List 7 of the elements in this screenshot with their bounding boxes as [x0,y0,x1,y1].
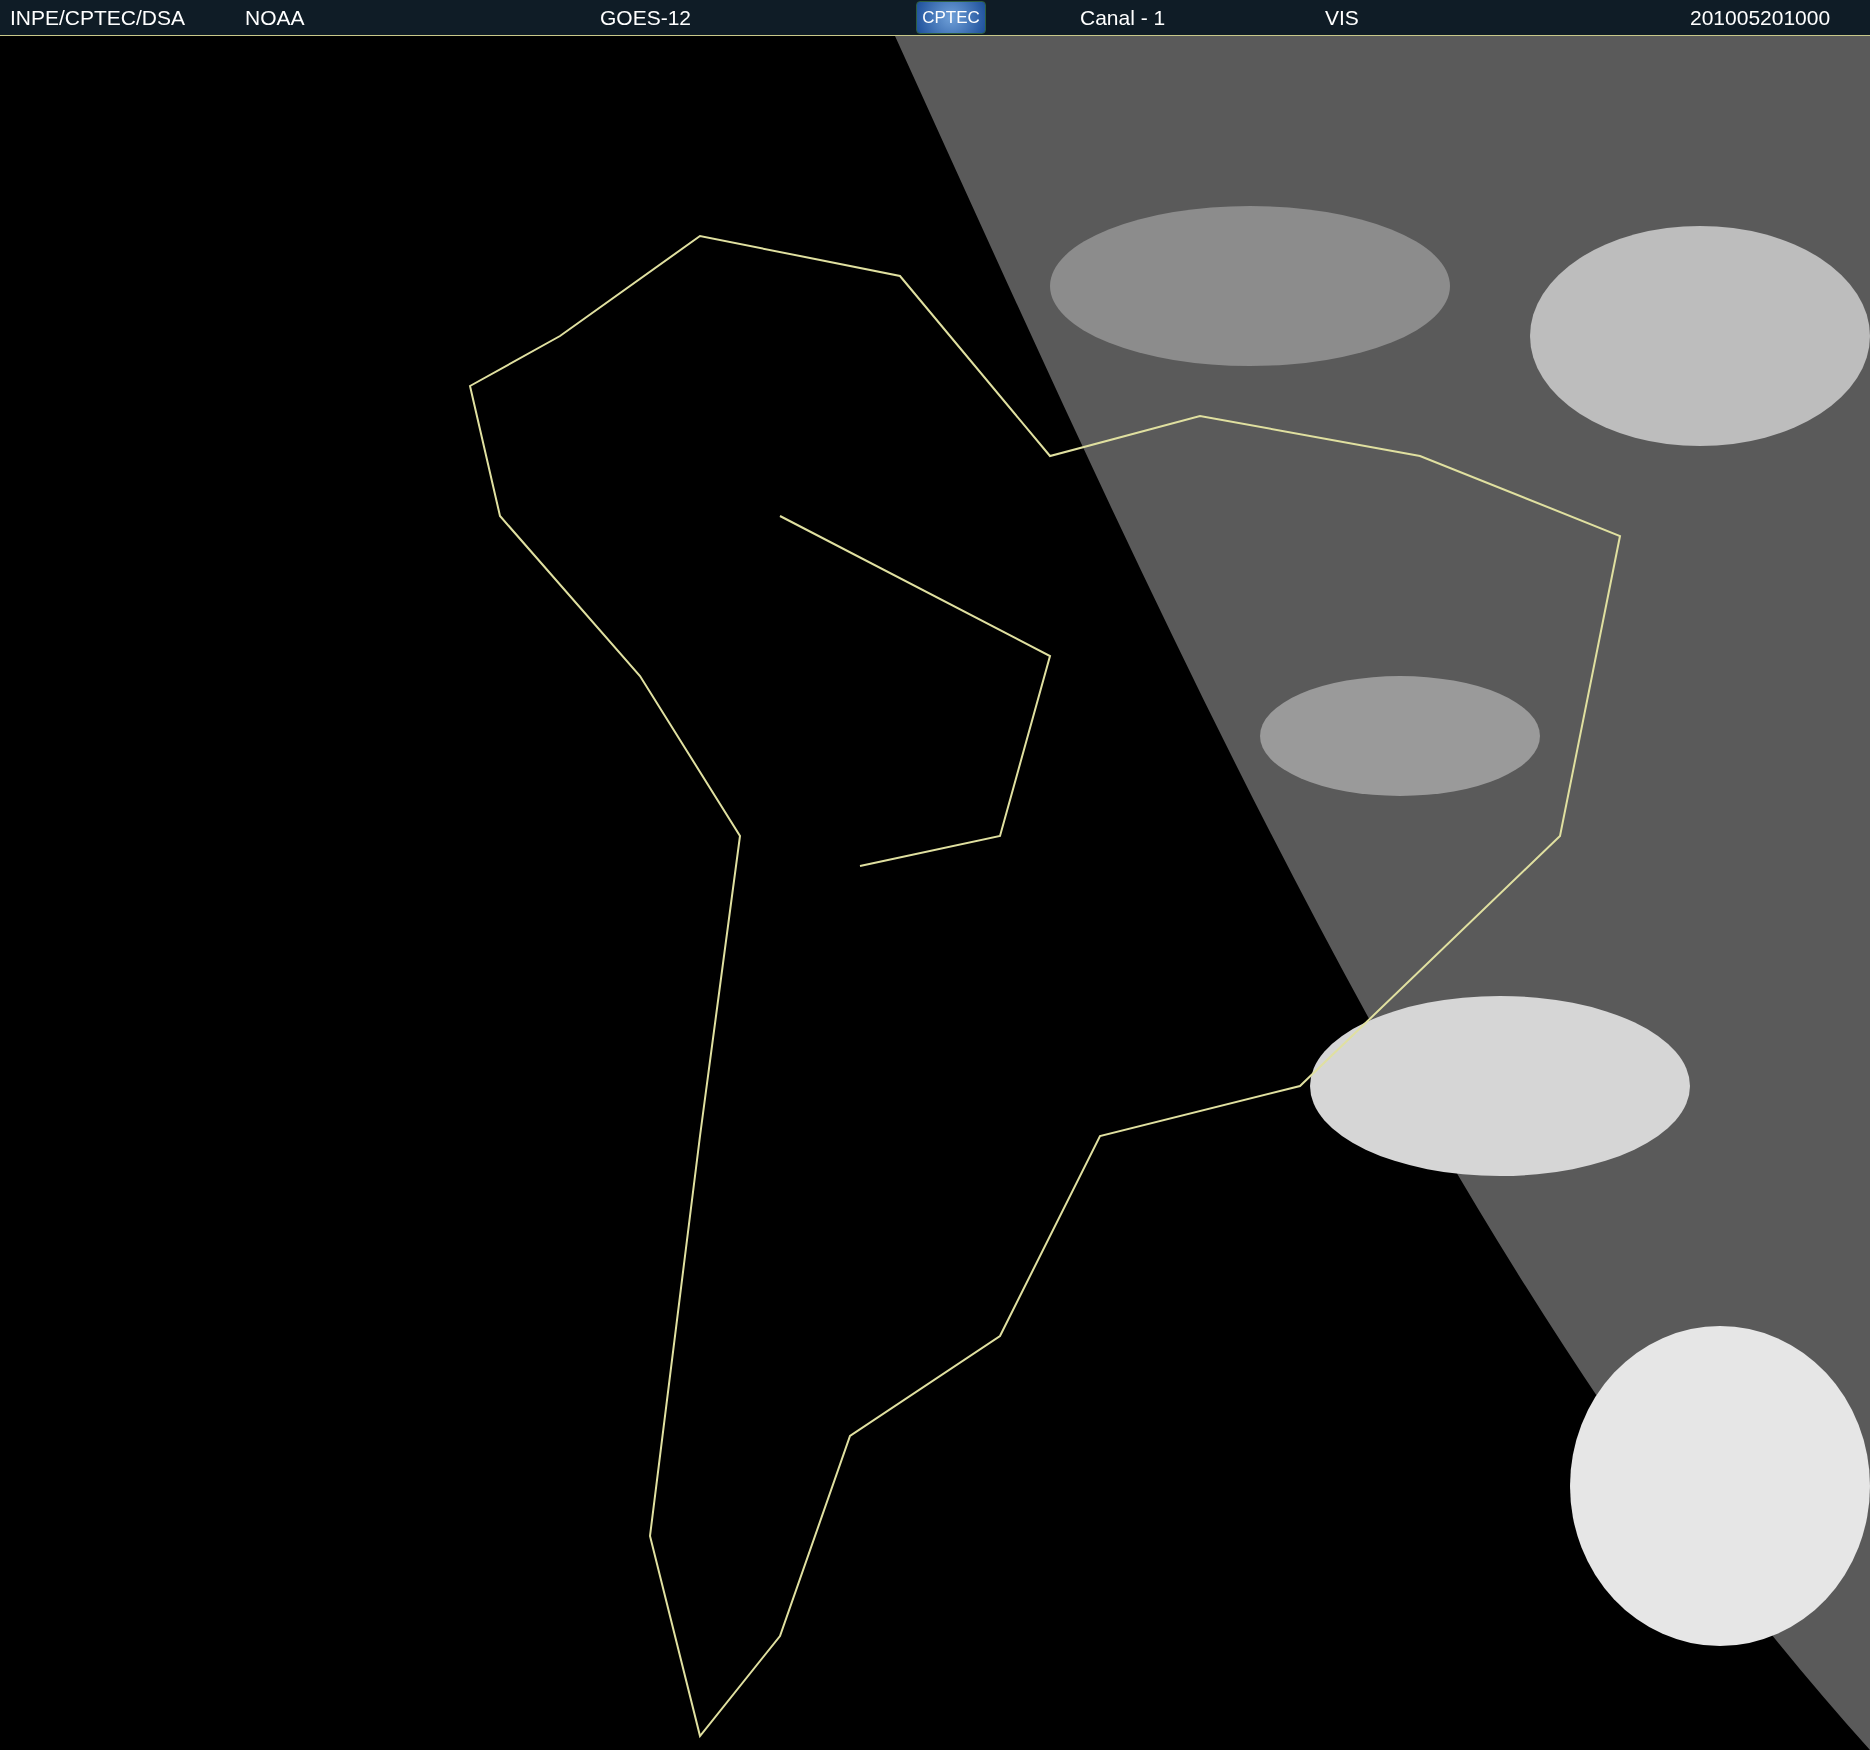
header-label: GOES-12 [600,7,692,28]
header-label: Canal - 1 [1080,7,1166,28]
header-label: 201005201000 [1690,7,1831,28]
header-label: INPE/CPTEC/DSA [10,7,186,28]
header-label: NOAA [245,7,305,28]
logo: CPTEC [916,1,986,34]
header-label: VIS [1325,7,1359,28]
